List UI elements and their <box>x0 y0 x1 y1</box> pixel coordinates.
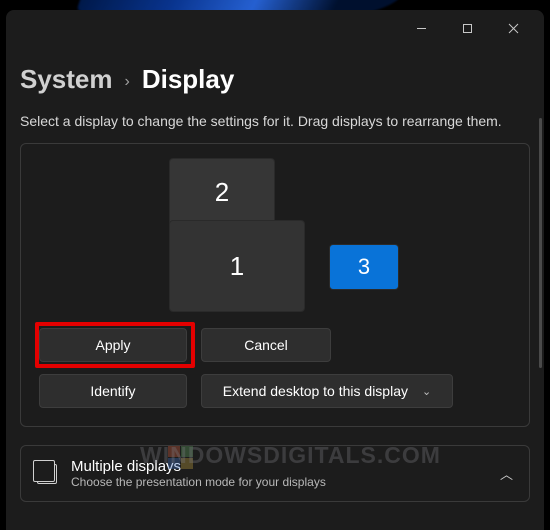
watermark-text: WINDOWSDIGITALS.COM <box>140 442 441 469</box>
apply-button[interactable]: Apply <box>39 328 187 362</box>
titlebar <box>6 10 544 46</box>
display-monitor-2[interactable]: 2 <box>169 158 275 226</box>
display-arrangement-panel: 2 1 3 Apply Cancel Identify Extend deskt… <box>20 143 530 427</box>
minimize-button[interactable] <box>398 12 444 44</box>
section-subtitle: Choose the presentation mode for your di… <box>71 475 486 489</box>
display-canvas[interactable]: 2 1 3 <box>39 158 511 318</box>
maximize-button[interactable] <box>444 12 490 44</box>
breadcrumb-current: Display <box>142 64 235 95</box>
cancel-button[interactable]: Cancel <box>201 328 331 362</box>
display-mode-dropdown[interactable]: Extend desktop to this display ⌄ <box>201 374 453 408</box>
chevron-up-icon[interactable]: ︿ <box>500 464 513 483</box>
breadcrumb-parent[interactable]: System <box>20 64 113 95</box>
display-monitor-1[interactable]: 1 <box>169 220 305 312</box>
display-monitor-3[interactable]: 3 <box>329 244 399 290</box>
display-mode-label: Extend desktop to this display <box>223 383 408 399</box>
page-subtitle: Select a display to change the settings … <box>20 113 530 129</box>
chevron-right-icon: › <box>125 73 130 91</box>
displays-icon <box>37 464 57 484</box>
identify-button[interactable]: Identify <box>39 374 187 408</box>
scrollbar[interactable] <box>539 118 542 368</box>
close-button[interactable] <box>490 12 536 44</box>
chevron-down-icon: ⌄ <box>422 385 431 398</box>
breadcrumb: System › Display <box>20 64 530 95</box>
